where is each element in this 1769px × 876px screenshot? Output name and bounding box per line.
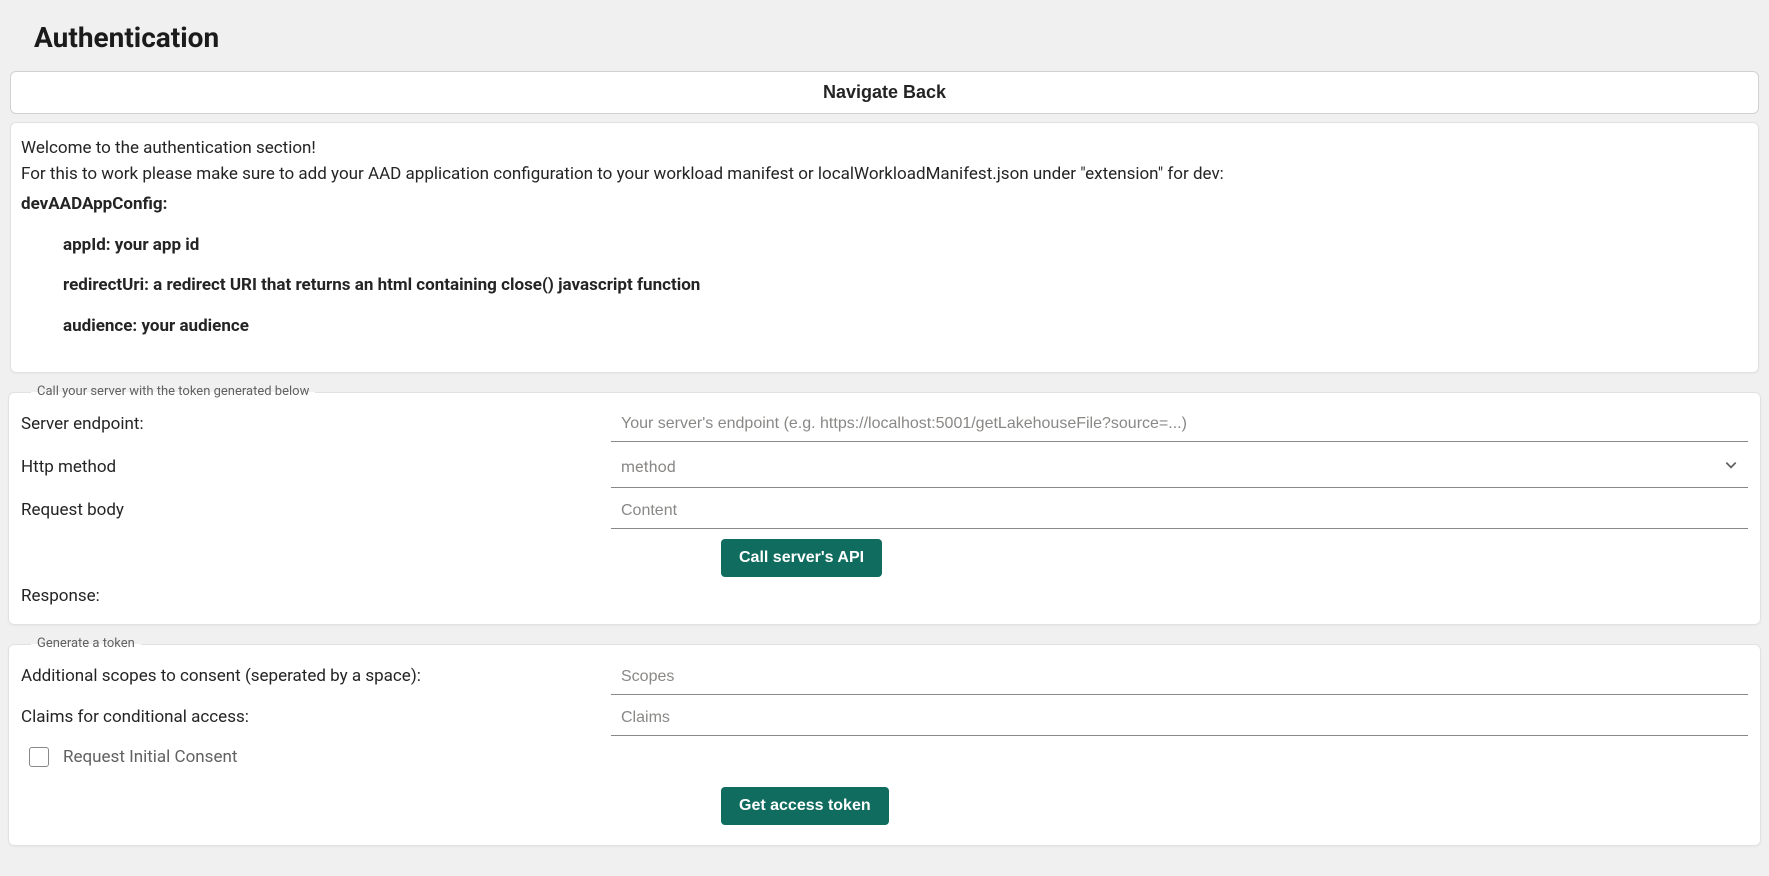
get-access-token-button[interactable]: Get access token: [721, 787, 889, 825]
call-server-api-button[interactable]: Call server's API: [721, 539, 882, 577]
intro-panel: Welcome to the authentication section! F…: [10, 122, 1759, 373]
call-server-legend: Call your server with the token generate…: [31, 383, 315, 401]
generate-token-legend: Generate a token: [31, 635, 141, 653]
page-title: Authentication: [34, 18, 1769, 57]
request-body-label: Request body: [21, 499, 601, 523]
http-method-label: Http method: [21, 456, 601, 480]
request-initial-consent-label: Request Initial Consent: [63, 746, 237, 770]
http-method-placeholder: method: [611, 448, 1714, 486]
scopes-input[interactable]: [611, 660, 1748, 695]
server-endpoint-label: Server endpoint:: [21, 413, 601, 437]
intro-config-header: devAADAppConfig:: [21, 193, 1748, 217]
chevron-down-icon: [1714, 456, 1748, 478]
claims-input[interactable]: [611, 701, 1748, 736]
http-method-select[interactable]: method: [611, 448, 1748, 487]
intro-line-1: Welcome to the authentication section!: [21, 137, 1748, 161]
response-label: Response:: [21, 585, 1748, 609]
request-body-input[interactable]: [611, 494, 1748, 529]
intro-line-2: For this to work please make sure to add…: [21, 163, 1748, 187]
call-server-section: Call your server with the token generate…: [8, 383, 1761, 625]
claims-label: Claims for conditional access:: [21, 706, 601, 730]
intro-config-audience: audience: your audience: [63, 315, 1748, 339]
generate-token-section: Generate a token Additional scopes to co…: [8, 635, 1761, 846]
navigate-back-button[interactable]: Navigate Back: [10, 71, 1759, 114]
scopes-label: Additional scopes to consent (seperated …: [21, 665, 601, 689]
intro-config-redirect: redirectUri: a redirect URI that returns…: [63, 274, 1748, 298]
intro-config-appid: appId: your app id: [63, 234, 1748, 258]
server-endpoint-input[interactable]: [611, 407, 1748, 442]
request-initial-consent-checkbox[interactable]: [29, 747, 49, 767]
